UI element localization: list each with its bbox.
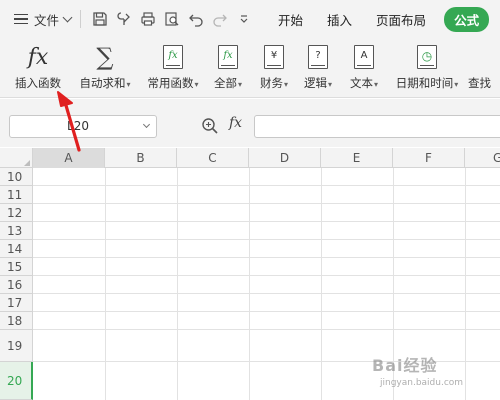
print-preview-icon[interactable] (160, 7, 184, 31)
tab-formulas[interactable]: 公式 (444, 0, 490, 38)
all-functions-icon: fx (218, 45, 238, 69)
text-functions-button[interactable]: A 文本▾ (346, 42, 382, 96)
grid-line (33, 239, 500, 240)
row-header-14[interactable]: 14 (0, 240, 33, 258)
formula-input[interactable] (254, 115, 500, 138)
logic-button[interactable]: ? 逻辑▾ (300, 42, 336, 96)
autosum-button[interactable]: ∑ 自动求和▾ (74, 42, 136, 96)
save-icon[interactable] (88, 7, 112, 31)
file-menu[interactable]: 文件 (0, 0, 73, 38)
column-header-bar: A B C D E F G (0, 148, 500, 168)
finance-icon: ¥ (264, 45, 284, 69)
chevron-down-icon (62, 12, 73, 22)
watermark-url: jingyan.baidu.com (380, 378, 464, 388)
tab-insert[interactable]: 插入 (315, 0, 364, 38)
autosum-label: 自动求和 (79, 76, 126, 90)
select-all-corner[interactable] (0, 148, 33, 168)
row-header-17[interactable]: 17 (0, 294, 33, 312)
tab-home[interactable]: 开始 (266, 0, 315, 38)
row-header-11[interactable]: 11 (0, 186, 33, 204)
date-time-label: 日期和时间 (395, 76, 454, 90)
fx-icon: fx (27, 44, 49, 70)
dropdown-arrow-icon: ▾ (126, 80, 131, 89)
print-icon[interactable] (136, 7, 160, 31)
divider (80, 10, 82, 28)
customize-dropdown-icon[interactable] (232, 7, 256, 31)
dropdown-arrow-icon: ▾ (454, 80, 459, 89)
tab-insert-label: 插入 (327, 12, 353, 28)
row-header-20[interactable]: 20 (0, 362, 33, 400)
all-functions-label: 全部 (213, 76, 237, 90)
column-header-e[interactable]: E (321, 148, 393, 168)
row-header-19[interactable]: 19 (0, 330, 33, 362)
text-functions-label: 文本 (349, 76, 373, 90)
row-header-18[interactable]: 18 (0, 312, 33, 330)
undo-icon[interactable] (184, 7, 208, 31)
dropdown-arrow-icon: ▾ (327, 80, 332, 89)
tab-page-layout-label: 页面布局 (376, 12, 427, 28)
format-painter-icon[interactable] (112, 7, 136, 31)
insert-function-label: 插入函数 (15, 76, 61, 90)
common-functions-label: 常用函数 (147, 76, 194, 90)
file-menu-label: 文件 (34, 12, 60, 28)
column-header-f[interactable]: F (393, 148, 465, 168)
redo-icon[interactable] (208, 7, 232, 31)
row-header-13[interactable]: 13 (0, 222, 33, 240)
grid-line (33, 221, 500, 222)
lookup-button[interactable]: 查找 (468, 42, 500, 96)
text-icon: A (354, 45, 374, 69)
sigma-icon: ∑ (96, 43, 114, 71)
column-header-c[interactable]: C (177, 148, 249, 168)
grid-line (33, 185, 500, 186)
tab-page-layout[interactable]: 页面布局 (364, 0, 438, 38)
formula-bar: L20 fx (0, 99, 500, 147)
name-box[interactable]: L20 (9, 115, 157, 138)
column-header-d[interactable]: D (249, 148, 321, 168)
tab-home-label: 开始 (278, 12, 304, 28)
watermark: Bai经验 jingyan.baidu.com (372, 352, 496, 396)
ribbon: fx 插入函数 ∑ 自动求和▾ fx 常用函数▾ fx 全部▾ ¥ 财务▾ ? … (0, 38, 500, 98)
grid-line (33, 293, 500, 294)
lookup-label: 查找 (468, 76, 491, 90)
zoom-icon[interactable] (201, 117, 219, 135)
column-header-g[interactable]: G (465, 148, 500, 168)
name-box-value: L20 (67, 119, 89, 133)
menu-bar: 文件 开始 插入 页面布局 公式 (0, 0, 500, 38)
all-functions-button[interactable]: fx 全部▾ (210, 42, 246, 96)
fx-icon[interactable]: fx (229, 115, 242, 131)
grid-line (33, 329, 500, 330)
date-time-button[interactable]: ◷ 日期和时间▾ (392, 42, 462, 96)
grid-line (33, 257, 500, 258)
logic-icon: ? (308, 45, 328, 69)
row-header-12[interactable]: 12 (0, 204, 33, 222)
grid-line (33, 203, 500, 204)
grid-line (33, 275, 500, 276)
column-header-b[interactable]: B (105, 148, 177, 168)
insert-function-button[interactable]: fx 插入函数 (10, 42, 66, 96)
row-header-16[interactable]: 16 (0, 276, 33, 294)
finance-label: 财务 (259, 76, 283, 90)
dropdown-arrow-icon: ▾ (237, 80, 242, 89)
dropdown-arrow-icon: ▾ (283, 80, 288, 89)
dropdown-arrow-icon: ▾ (373, 80, 378, 89)
dropdown-arrow-icon: ▾ (194, 80, 199, 89)
grid-line (33, 311, 500, 312)
common-functions-button[interactable]: fx 常用函数▾ (142, 42, 204, 96)
date-time-icon: ◷ (417, 45, 437, 69)
watermark-brand: Bai经验 (372, 356, 438, 375)
common-function-icon: fx (163, 45, 183, 69)
column-header-a[interactable]: A (33, 148, 105, 168)
row-header-15[interactable]: 15 (0, 258, 33, 276)
hamburger-icon (14, 13, 28, 25)
row-header-10[interactable]: 10 (0, 168, 33, 186)
tab-formulas-label: 公式 (444, 6, 490, 32)
logic-label: 逻辑 (303, 76, 327, 90)
finance-button[interactable]: ¥ 财务▾ (256, 42, 292, 96)
